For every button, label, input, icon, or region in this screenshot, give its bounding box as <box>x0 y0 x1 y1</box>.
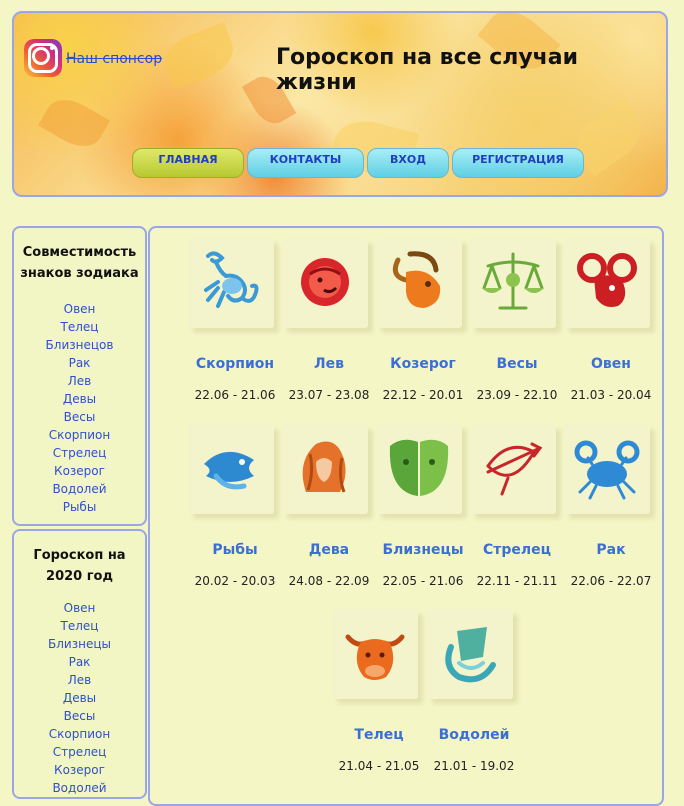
compat-link-leo[interactable]: Лев <box>14 372 145 390</box>
compat-link-scorpio[interactable]: Скорпион <box>14 426 145 444</box>
zodiac-name[interactable]: Водолей <box>419 727 529 743</box>
aquarius-icon <box>445 627 496 683</box>
year-horoscope-list: Овен Телец Близнецы Рак Лев Девы Весы Ск… <box>14 599 145 797</box>
capricorn-icon <box>392 251 441 308</box>
zodiac-tile[interactable] <box>470 238 556 328</box>
compat-link-taurus[interactable]: Телец <box>14 318 145 336</box>
aries-icon <box>577 253 637 307</box>
compat-link-pisces[interactable]: Рыбы <box>14 498 145 516</box>
zodiac-grid: Скорпион 22.06 - 21.06 Лев 23.07 - 23.08 <box>148 226 664 806</box>
zodiac-tile[interactable] <box>188 238 274 328</box>
compat-link-capricorn[interactable]: Козерог <box>14 462 145 480</box>
year-link-sagittarius[interactable]: Стрелец <box>14 743 145 761</box>
compat-link-gemini[interactable]: Близнецов <box>14 336 145 354</box>
compat-link-aquarius[interactable]: Водолей <box>14 480 145 498</box>
leo-icon <box>301 258 349 306</box>
year-link-scorpio[interactable]: Скорпион <box>14 725 145 743</box>
zodiac-name[interactable]: Овен <box>556 356 666 372</box>
zodiac-tile[interactable] <box>564 238 650 328</box>
leaf-decoration <box>38 90 110 156</box>
scorpio-icon <box>204 251 259 308</box>
compatibility-title: Совместимость знаков зодиака <box>20 245 139 281</box>
compatibility-panel: Совместимость знаков зодиака Овен Телец … <box>12 226 147 526</box>
zodiac-dates: 22.06 - 22.07 <box>570 574 652 588</box>
virgo-icon <box>302 441 346 493</box>
year-link-cancer[interactable]: Рак <box>14 653 145 671</box>
pisces-icon <box>204 451 254 490</box>
zodiac-tile[interactable] <box>376 424 462 514</box>
zodiac-tile[interactable] <box>376 238 462 328</box>
sponsor-link[interactable]: Наш спонсор <box>66 51 162 67</box>
nav-contacts-button[interactable]: КОНТАКТЫ <box>247 148 364 178</box>
zodiac-tile[interactable] <box>470 424 556 514</box>
cancer-icon <box>574 440 640 500</box>
nav-login-button[interactable]: ВХОД <box>367 148 449 178</box>
zodiac-dates: 21.03 - 20.04 <box>570 388 652 402</box>
zodiac-dates: 21.01 - 19.02 <box>433 759 515 773</box>
year-horoscope-panel: Гороскоп на 2020 год Овен Телец Близнецы… <box>12 529 147 799</box>
libra-icon <box>482 252 544 310</box>
compat-link-libra[interactable]: Весы <box>14 408 145 426</box>
zodiac-tile[interactable] <box>282 238 368 328</box>
year-link-leo[interactable]: Лев <box>14 671 145 689</box>
year-link-aquarius[interactable]: Водолей <box>14 779 145 797</box>
zodiac-tile[interactable] <box>564 424 650 514</box>
gemini-icon <box>389 439 449 496</box>
compat-link-sagittarius[interactable]: Стрелец <box>14 444 145 462</box>
compat-link-aries[interactable]: Овен <box>14 300 145 318</box>
site-header: Наш спонсор Гороскоп на все случаи жизни… <box>12 11 668 197</box>
taurus-icon <box>345 634 405 680</box>
nav-home-button[interactable]: ГЛАВНАЯ <box>132 148 244 178</box>
zodiac-tile[interactable] <box>282 424 368 514</box>
year-link-gemini[interactable]: Близнецы <box>14 635 145 653</box>
year-link-virgo[interactable]: Девы <box>14 689 145 707</box>
year-link-taurus[interactable]: Телец <box>14 617 145 635</box>
compat-link-cancer[interactable]: Рак <box>14 354 145 372</box>
instagram-icon[interactable] <box>24 39 62 77</box>
zodiac-dates: 21.04 - 21.05 <box>338 759 420 773</box>
zodiac-tile[interactable] <box>332 609 418 699</box>
year-link-capricorn[interactable]: Козерог <box>14 761 145 779</box>
zodiac-name[interactable]: Телец <box>324 727 434 743</box>
sagittarius-icon <box>486 442 543 496</box>
leaf-decoration <box>158 22 240 90</box>
zodiac-tile[interactable] <box>188 424 274 514</box>
year-link-libra[interactable]: Весы <box>14 707 145 725</box>
year-horoscope-title: Гороскоп на 2020 год <box>33 548 126 584</box>
compat-link-virgo[interactable]: Девы <box>14 390 145 408</box>
zodiac-name[interactable]: Рак <box>556 542 666 558</box>
compatibility-list: Овен Телец Близнецов Рак Лев Девы Весы С… <box>14 300 145 516</box>
year-link-aries[interactable]: Овен <box>14 599 145 617</box>
site-title: Гороскоп на все случаи жизни <box>276 45 579 95</box>
nav-register-button[interactable]: РЕГИСТРАЦИЯ <box>452 148 584 178</box>
zodiac-tile[interactable] <box>427 609 513 699</box>
